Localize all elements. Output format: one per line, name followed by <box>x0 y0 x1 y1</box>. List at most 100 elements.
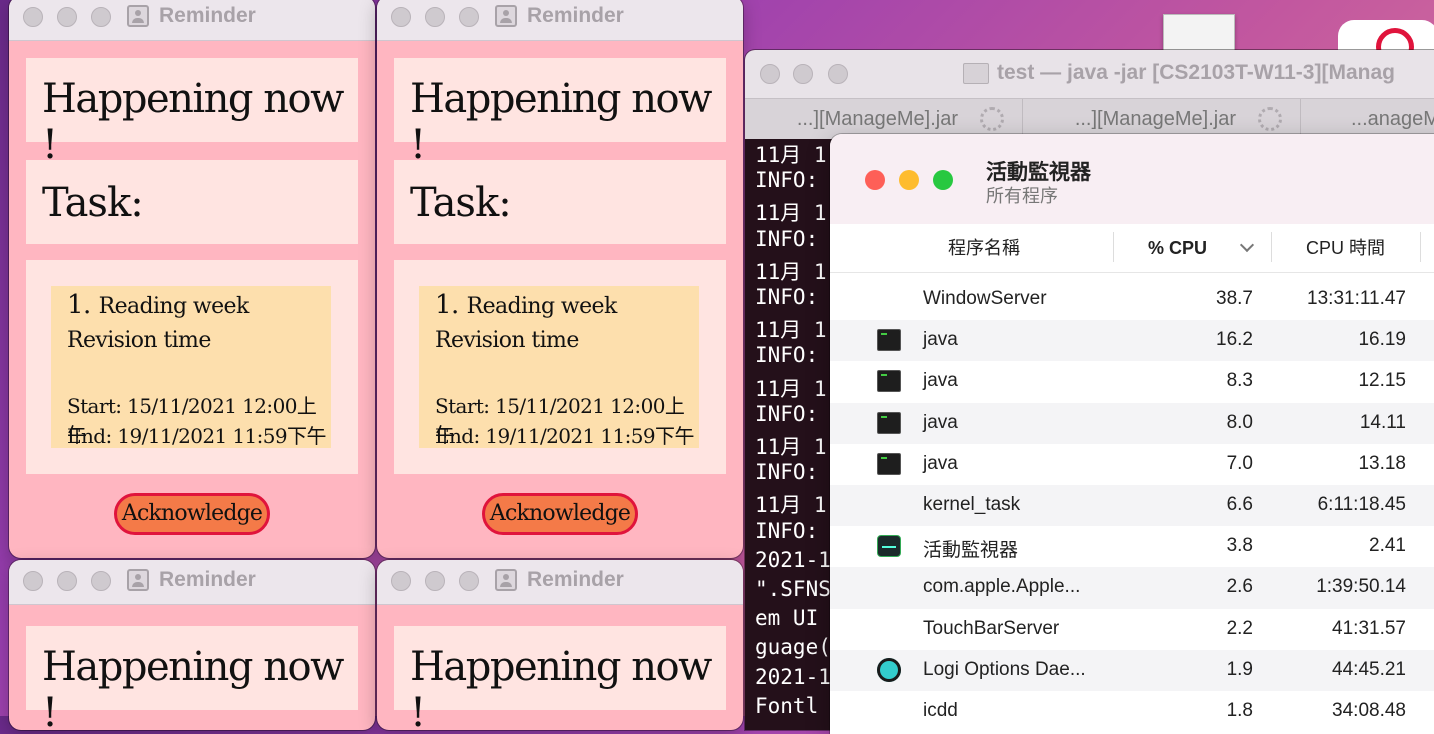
happening-heading: Happening now ! <box>410 76 712 168</box>
terminal-line: INFO: <box>755 518 819 543</box>
process-row[interactable]: TouchBarServer 2.2 41:31.57 <box>830 609 1434 650</box>
happening-panel: Happening now ! <box>394 626 726 730</box>
zoom-button[interactable] <box>91 571 111 591</box>
process-table-body: WindowServer 38.7 13:31:11.47 java 16.2 16.19… <box>830 279 1434 732</box>
happening-panel: Happening now ! <box>26 58 358 168</box>
process-name: java <box>923 411 958 433</box>
process-cpu: 2.2 <box>1226 617 1253 639</box>
task-number: 1. <box>435 290 459 320</box>
process-row[interactable]: Logi Options Dae... 1.9 44:45.21 <box>830 649 1434 691</box>
minimize-button[interactable] <box>425 7 445 27</box>
task-title-line2: Revision time <box>435 328 579 353</box>
terminal-line: INFO: <box>755 285 819 309</box>
process-cpu: 3.8 <box>1226 535 1253 557</box>
process-name: 活動監視器 <box>923 540 1019 562</box>
window-titlebar[interactable]: Reminder <box>377 0 743 41</box>
terminal-titlebar[interactable]: test — java -jar [CS2103T-W11-3][Manag <box>745 50 1434 98</box>
process-row[interactable]: java 7.0 13.18 <box>830 444 1434 485</box>
process-row[interactable]: WindowServer 38.7 13:31:11.47 <box>830 279 1434 320</box>
window-title: Reminder <box>159 568 256 591</box>
zoom-button[interactable] <box>459 7 479 27</box>
process-name: java <box>923 329 958 351</box>
activity-monitor-toolbar[interactable]: 活動監視器 所有程序 <box>830 134 1434 225</box>
process-cpu-time: 12.15 <box>1358 370 1406 392</box>
minimize-button[interactable] <box>57 571 77 591</box>
window-titlebar[interactable]: Reminder <box>9 0 375 41</box>
task-card[interactable]: 1. Reading week Revision time Start: 15/1… <box>51 286 331 448</box>
minimize-button[interactable] <box>899 170 919 190</box>
task-card[interactable]: 1. Reading week Revision time Start: 15/1… <box>419 286 699 448</box>
process-cpu-time: 44:45.21 <box>1332 658 1406 680</box>
acknowledge-button[interactable]: Acknowledge <box>114 493 270 535</box>
terminal-line: INFO: <box>755 460 819 485</box>
window-titlebar[interactable]: Reminder <box>377 560 743 605</box>
process-row[interactable]: 活動監視器 3.8 2.41 <box>830 526 1434 567</box>
reminder-window: Reminder Happening now ! Task: 1. Reading… <box>377 0 743 558</box>
terminal-line: INFO: <box>755 226 819 251</box>
folder-icon <box>963 63 989 84</box>
process-row[interactable]: kernel_task 6.6 6:11:18.45 <box>830 484 1434 527</box>
zoom-button[interactable] <box>828 64 848 84</box>
happening-panel: Happening now ! <box>394 58 726 168</box>
terminal-icon <box>877 452 901 475</box>
process-row[interactable]: icdd 1.8 34:08.48 <box>830 691 1434 732</box>
close-button[interactable] <box>391 571 411 591</box>
reminder-window: Reminder Happening now ! <box>9 560 375 730</box>
close-button[interactable] <box>23 571 43 591</box>
process-cpu-time: 41:31.57 <box>1332 617 1406 639</box>
process-cpu: 7.0 <box>1226 452 1253 474</box>
terminal-line: 11月 1 <box>755 143 827 167</box>
terminal-tab[interactable]: ...][ManageMe].jar <box>1023 99 1301 139</box>
process-cpu-time: 6:11:18.45 <box>1317 493 1406 515</box>
process-name: java <box>923 370 958 392</box>
window-title: Reminder <box>527 568 624 591</box>
terminal-icon <box>877 329 901 352</box>
acknowledge-button[interactable]: Acknowledge <box>482 493 638 535</box>
close-button[interactable] <box>391 7 411 27</box>
window-title: Reminder <box>527 4 624 27</box>
column-separator[interactable] <box>1271 232 1272 262</box>
column-separator[interactable] <box>1113 232 1114 262</box>
task-title: Reading week <box>98 294 250 319</box>
task-heading: Task: <box>42 180 144 226</box>
process-cpu: 16.2 <box>1216 329 1253 351</box>
tab-label: ...][ManageMe].jar <box>796 108 958 130</box>
sort-chevron-icon[interactable] <box>1239 237 1255 253</box>
zoom-button[interactable] <box>933 170 953 190</box>
terminal-tab[interactable]: ...anageMe <box>1301 99 1434 139</box>
process-cpu: 8.3 <box>1226 370 1253 392</box>
column-separator[interactable] <box>1420 232 1421 262</box>
column-header-cpu[interactable]: % CPU <box>1148 224 1207 272</box>
terminal-tab[interactable]: ...][ManageMe].jar <box>745 99 1023 139</box>
tab-label: ...][ManageMe].jar <box>1074 108 1236 130</box>
zoom-button[interactable] <box>459 571 479 591</box>
task-end: End: 19/11/2021 11:59下午 <box>67 424 326 448</box>
process-row[interactable]: java 16.2 16.19 <box>830 320 1434 362</box>
process-row[interactable]: java 8.0 14.11 <box>830 402 1434 444</box>
terminal-line: 11月 1 <box>755 493 827 518</box>
window-titlebar[interactable]: Reminder <box>9 560 375 605</box>
task-title-line: 1. Reading week <box>67 290 249 320</box>
process-cpu: 8.0 <box>1226 411 1253 433</box>
close-button[interactable] <box>760 64 780 84</box>
reminder-window: Reminder Happening now ! Task: 1. Reading… <box>9 0 375 558</box>
happening-heading: Happening now ! <box>42 644 344 730</box>
process-name: com.apple.Apple... <box>923 576 1081 598</box>
minimize-button[interactable] <box>793 64 813 84</box>
terminal-tab-bar: ...][ManageMe].jar ...][ManageMe].jar ..… <box>745 98 1434 139</box>
process-cpu: 1.8 <box>1226 699 1253 721</box>
zoom-button[interactable] <box>91 7 111 27</box>
process-row[interactable]: com.apple.Apple... 2.6 1:39:50.14 <box>830 567 1434 609</box>
minimize-button[interactable] <box>425 571 445 591</box>
task-title-line: 1. Reading week <box>435 290 617 320</box>
close-button[interactable] <box>23 7 43 27</box>
process-row[interactable]: java 8.3 12.15 <box>830 361 1434 402</box>
terminal-line: 2021-1 <box>755 547 831 572</box>
window-title: Reminder <box>159 4 256 27</box>
terminal-line: INFO: <box>755 343 819 368</box>
column-header-cpu-time[interactable]: CPU 時間 <box>1306 224 1385 272</box>
close-button[interactable] <box>865 170 885 190</box>
process-name: TouchBarServer <box>923 617 1060 639</box>
column-header-process-name[interactable]: 程序名稱 <box>948 224 1020 272</box>
minimize-button[interactable] <box>57 7 77 27</box>
